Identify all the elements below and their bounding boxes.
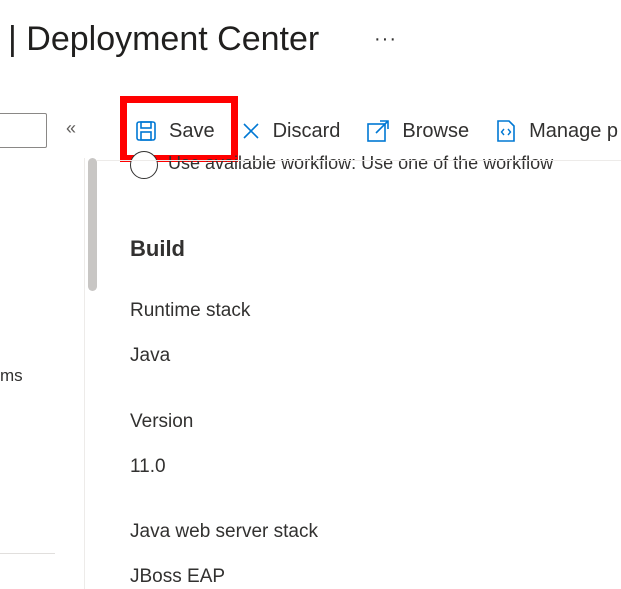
runtime-stack-label: Runtime stack [130, 300, 251, 321]
java-web-server-stack-label: Java web server stack [130, 521, 318, 542]
sidebar-divider [0, 553, 55, 554]
manage-label: Manage p [529, 119, 619, 142]
discard-button[interactable]: Discard [241, 119, 341, 143]
sidebar-search-input[interactable] [0, 113, 47, 148]
page-title: | Deployment Center [8, 20, 320, 58]
scrollbar-track [84, 158, 85, 589]
open-in-new-icon [367, 120, 390, 142]
browse-button[interactable]: Browse [366, 119, 469, 143]
collapse-sidebar-button[interactable]: « [66, 118, 76, 139]
manage-publish-profile-button[interactable]: Manage p [495, 119, 618, 143]
build-section-title: Build [130, 236, 185, 261]
code-file-icon [497, 120, 515, 142]
toolbar-divider [97, 160, 621, 161]
workflow-option-label: Use available workflow: Use one of the w… [168, 152, 554, 173]
scrollbar-thumb[interactable] [88, 158, 97, 291]
workflow-option[interactable]: Use available workflow: Use one of the w… [130, 150, 621, 180]
version-value: 11.0 [130, 456, 166, 477]
discard-label: Discard [272, 119, 341, 142]
version-label: Version [130, 411, 194, 432]
save-label: Save [169, 119, 215, 142]
java-web-server-stack-value: JBoss EAP [130, 566, 226, 587]
close-icon [243, 123, 259, 139]
browse-label: Browse [402, 119, 470, 142]
more-options-button[interactable]: ··· [374, 28, 397, 51]
sidebar-item-label[interactable]: ms [0, 366, 23, 386]
save-icon [136, 121, 156, 141]
runtime-stack-value: Java [130, 345, 171, 366]
workflow-radio[interactable] [130, 151, 158, 179]
